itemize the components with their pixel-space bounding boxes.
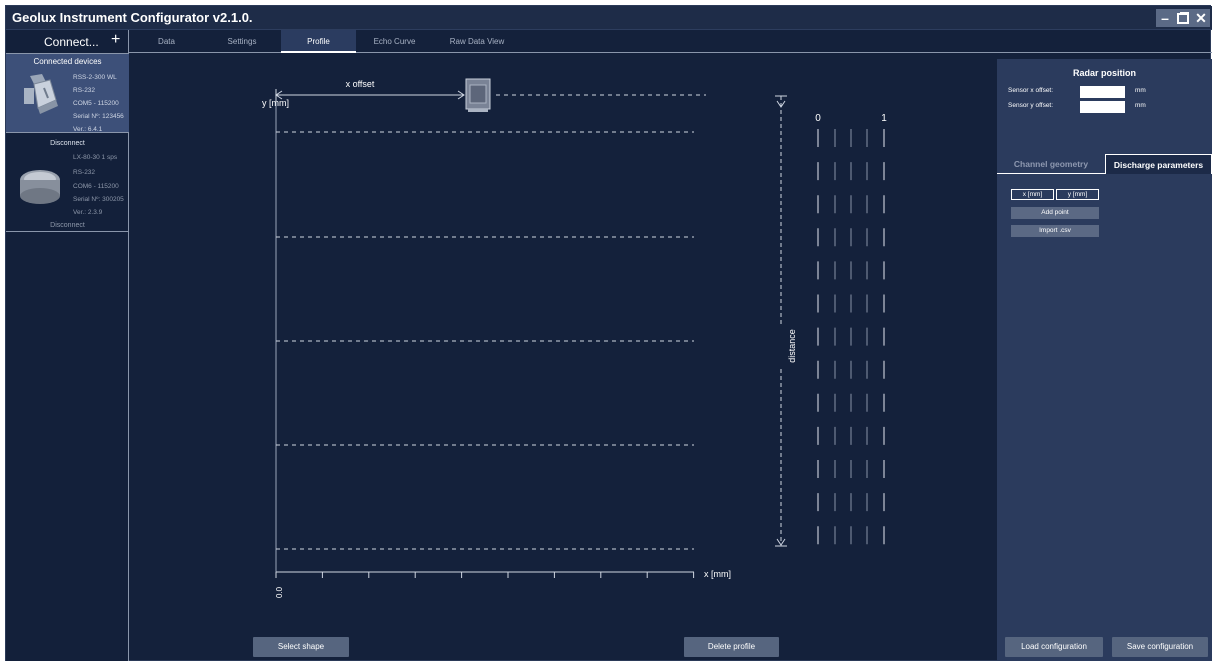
connect-label: Connect... [44,35,99,49]
device-card-level[interactable]: LX-80-30 1 sps RS-232 COM6 - 115200 Seri… [6,152,129,232]
sensor-y-offset-label: Sensor y offset: [1008,102,1054,109]
add-point-button[interactable]: Add point [1011,207,1099,219]
device-serial: Serial Nº: 123456 [73,113,124,120]
device-version: Ver.: 2.3.9 [73,209,103,216]
distance-label: distance [787,329,797,363]
plus-icon[interactable]: + [111,31,120,49]
tab-raw-data-view[interactable]: Raw Data View [433,30,521,53]
connect-button[interactable]: Connect... + [6,30,129,54]
device-card-radar[interactable]: Connected devices RSS-2-300 WL RS-232 CO… [6,54,129,147]
grid-lines [276,131,694,550]
window-title: Geolux Instrument Configurator v2.1.0. [12,10,253,25]
column-header-y: y [mm] [1056,189,1099,200]
title-bar: Geolux Instrument Configurator v2.1.0. –… [6,6,1212,30]
device-interface: RS-232 [73,169,96,176]
arrow-right-icon [457,90,465,100]
arrow-left-icon [275,90,283,100]
save-configuration-button[interactable]: Save configuration [1112,637,1208,657]
minimize-icon[interactable]: – [1156,9,1174,27]
sensor-x-unit: mm [1135,87,1146,94]
scale-bars [817,129,885,545]
load-configuration-button[interactable]: Load configuration [1005,637,1103,657]
maximize-icon[interactable] [1174,9,1192,27]
select-shape-button[interactable]: Select shape [253,637,349,657]
disconnect-button[interactable]: Disconnect [6,222,129,229]
sensor-y-unit: mm [1135,102,1146,109]
radar-sensor-marker-icon[interactable] [465,78,491,112]
tab-settings[interactable]: Settings [204,30,280,53]
tab-data[interactable]: Data [129,30,204,53]
device-interface: RS-232 [73,87,96,94]
x-tick-label-zero: 0.0 [275,586,284,598]
arrow-down-icon [776,538,786,546]
tab-discharge-parameters[interactable]: Discharge parameters [1105,154,1212,174]
radar-sensor-icon [24,74,58,114]
disconnect-button[interactable]: Disconnect [6,140,129,147]
device-version: Ver.: 6.4.1 [73,126,103,133]
device-port: COM6 - 115200 [73,183,119,190]
close-icon[interactable]: ✕ [1192,9,1210,27]
device-name: LX-80-30 1 sps [73,154,118,161]
sensor-y-offset-input[interactable] [1080,101,1125,113]
device-serial: Serial Nº: 300205 [73,196,124,203]
radar-position-title: Radar position [1072,68,1136,78]
x-axis-label: x [mm] [704,569,731,579]
sensor-x-offset-label: Sensor x offset: [1008,87,1054,94]
scale-label-zero: 0 [815,113,821,124]
app-window: Geolux Instrument Configurator v2.1.0. –… [5,5,1212,661]
x-offset-label: x offset [346,79,375,89]
sensor-x-offset-input[interactable] [1080,86,1125,98]
column-header-x: x [mm] [1011,189,1054,200]
device-port: COM5 - 115200 [73,100,119,107]
x-axis-ticks [275,572,695,578]
connected-devices-title: Connected devices [33,57,102,66]
radar-position-panel: Radar position Sensor x offset: mm Senso… [997,59,1212,661]
tab-channel-geometry[interactable]: Channel geometry [997,154,1105,174]
level-sensor-icon [20,170,60,204]
scale-label-one: 1 [881,113,887,124]
arrow-down-icon [776,100,786,108]
tab-profile[interactable]: Profile [281,30,356,53]
tab-echo-curve[interactable]: Echo Curve [356,30,433,53]
main-tabs: Data Settings Profile Echo Curve Raw Dat… [129,30,1212,53]
device-name: RSS-2-300 WL [73,74,117,81]
import-csv-button[interactable]: Import .csv [1011,225,1099,237]
device-sidebar: Connect... + Connected devices RSS-2-300… [6,30,129,661]
y-axis-label: y [mm] [262,98,289,108]
delete-profile-button[interactable]: Delete profile [684,637,779,657]
